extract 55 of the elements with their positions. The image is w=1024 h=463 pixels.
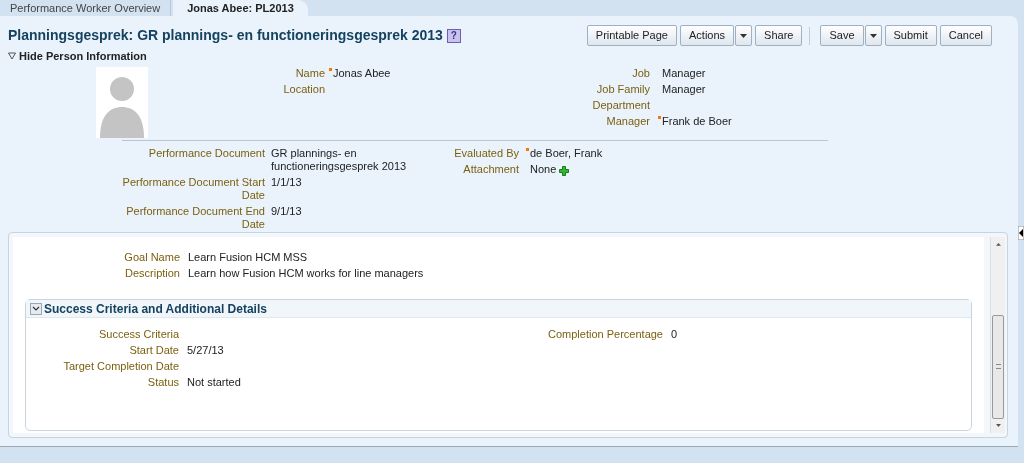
field-label: Target Completion Date — [62, 360, 179, 373]
scrollbar[interactable] — [990, 237, 1005, 433]
field-label: Success Criteria — [97, 328, 179, 341]
field-label: Description — [123, 267, 180, 280]
field-label: Goal Name — [123, 251, 180, 264]
field-label: Attachment — [462, 162, 519, 176]
field-label: Performance Document Start Date — [122, 175, 265, 202]
caret-icon — [869, 33, 877, 38]
field-value: Learn Fusion HCM MSS — [188, 251, 308, 264]
field-label: Name — [294, 66, 325, 80]
field-label: Completion Percentage — [547, 328, 663, 341]
page-title: Planningsgesprek: GR plannings- en functioneringsgesprek 2013 — [8, 26, 443, 45]
section-toggle[interactable]: Hide Person Information — [8, 48, 147, 65]
caret-icon — [740, 33, 748, 38]
field-value: Jonas Abee — [333, 66, 391, 80]
field-label: Manager — [605, 114, 650, 128]
field-value: Manager — [662, 66, 706, 80]
field-value: Not started — [187, 376, 241, 389]
field-value: 0 — [671, 328, 678, 341]
field-label: Performance Document End Date — [125, 204, 265, 231]
field-label: Performance Document — [147, 146, 265, 161]
add-icon[interactable] — [559, 165, 570, 176]
scrollbar-thumb[interactable] — [992, 314, 1004, 420]
field-value: Learn how Fusion HCM works for line managers — [188, 267, 424, 280]
field-label: Evaluated By — [453, 146, 519, 160]
tab[interactable]: Jonas Abee: PL2013 — [173, 0, 308, 16]
chevron-icon — [32, 305, 40, 312]
field-label: Location — [282, 82, 325, 96]
field-label: Department — [591, 98, 650, 112]
toolbar-button[interactable]: Save — [820, 25, 864, 46]
collapse-pane-icon[interactable] — [1018, 226, 1024, 240]
field-label: Job — [631, 66, 650, 80]
field-label: Status — [146, 376, 179, 389]
field-value: Manager — [662, 82, 706, 96]
toolbar-button[interactable]: Cancel — [939, 25, 992, 46]
help-icon[interactable]: ? — [446, 28, 461, 43]
field-value: Frank de Boer — [662, 114, 732, 128]
toolbar-button[interactable]: Share — [755, 25, 803, 46]
toolbar-button[interactable]: Printable Page — [586, 25, 677, 46]
dropdown-button[interactable] — [735, 25, 753, 46]
toolbar-button[interactable]: Actions — [680, 25, 735, 46]
avatar-silhouette — [96, 66, 148, 138]
section-title: Success Criteria and Additional Details — [44, 300, 267, 318]
triangle-icon — [8, 52, 16, 61]
field-value: 5/27/13 — [187, 344, 224, 357]
field-value: 9/1/13 — [271, 204, 302, 218]
field-value: GR plannings- en functioneringsgesprek 2013 — [271, 146, 408, 173]
field-label: Start Date — [128, 344, 179, 357]
collapse-toggle[interactable] — [30, 302, 42, 315]
toolbar-button[interactable]: Submit — [884, 25, 937, 46]
dropdown-button[interactable] — [864, 25, 882, 46]
field-label: Job Family — [595, 82, 650, 96]
field-value: None — [530, 162, 557, 176]
field-value: de Boer, Frank — [530, 146, 603, 160]
field-value: 1/1/13 — [271, 175, 302, 189]
